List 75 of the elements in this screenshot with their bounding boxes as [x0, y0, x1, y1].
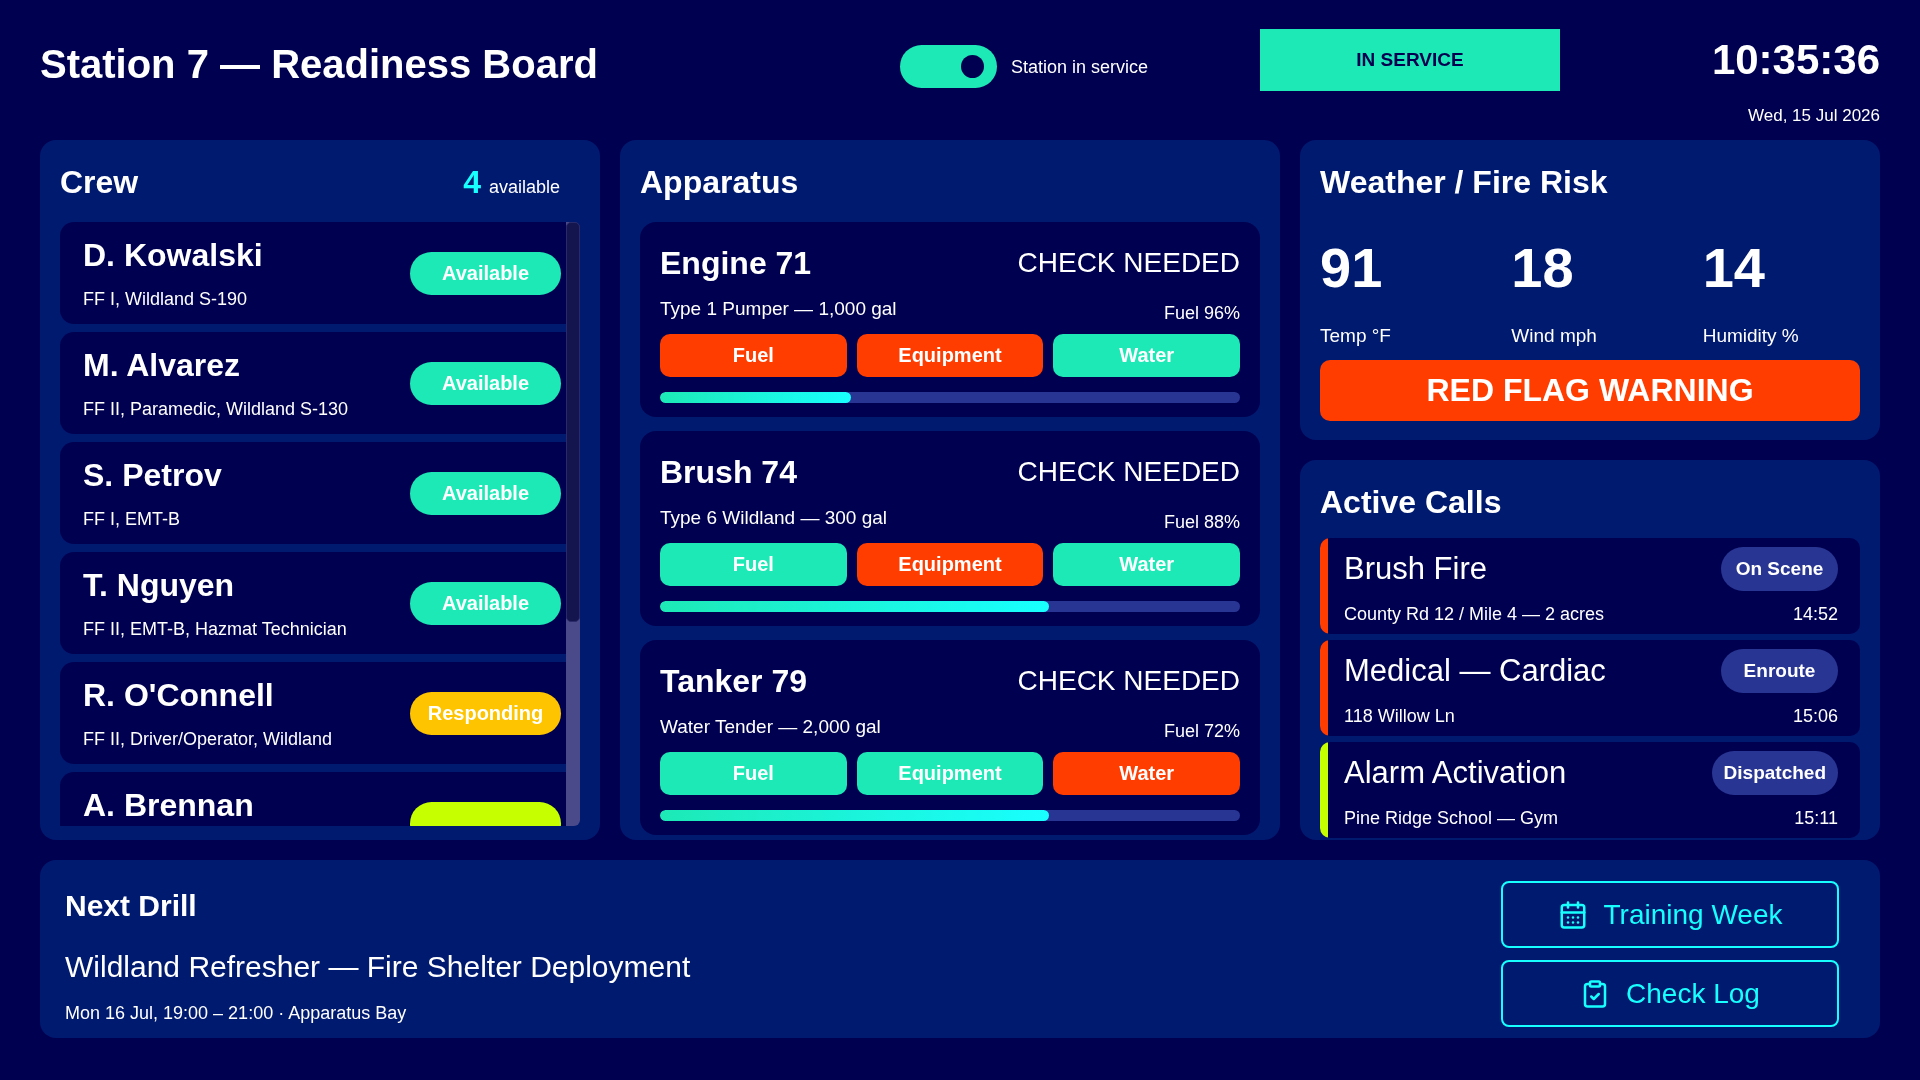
check-chip: Water	[1053, 752, 1240, 795]
check-chip: Fuel	[660, 334, 847, 377]
service-toggle[interactable]	[900, 45, 997, 88]
check-chip: Fuel	[660, 752, 847, 795]
crew-qualifications: FF II, EMT-B, Hazmat Technician	[83, 618, 348, 641]
unit-description: Type 1 Pumper — 1,000 gal	[660, 298, 897, 320]
metric-label: Wind mph	[1511, 324, 1597, 348]
unit-status: CHECK NEEDED	[1017, 246, 1240, 280]
metric-value: 14	[1702, 236, 1765, 300]
available-count: 4	[463, 163, 481, 202]
unit-name: Engine 71	[660, 244, 812, 283]
call-location: County Rd 12 / Mile 4 — 2 acres	[1344, 603, 1605, 626]
check-chip: Water	[1053, 543, 1240, 586]
toggle-label: Station in service	[1011, 55, 1149, 79]
panel-title: Crew	[60, 163, 139, 202]
warning-banner: RED FLAG WARNING	[1320, 360, 1860, 421]
service-status-banner: IN SERVICE	[1260, 29, 1560, 91]
drill-schedule: Mon 16 Jul, 19:00 – 21:00 · Apparatus Bay	[65, 1002, 407, 1025]
scrollbar-thumb[interactable]	[566, 222, 580, 622]
crew-name: D. Kowalski	[83, 236, 264, 275]
unit-name: Tanker 79	[660, 662, 808, 701]
crew-qualifications: FF II, Driver/Operator, Wildland	[83, 728, 334, 751]
check-chip: Equipment	[856, 752, 1044, 795]
unit-name: Brush 74	[660, 453, 797, 492]
metric-value: 18	[1511, 236, 1574, 300]
fuel-reading: Fuel 88%	[1163, 511, 1240, 533]
call-time: 15:06	[1792, 705, 1838, 728]
status-badge: Available	[410, 581, 561, 625]
call-time: 14:52	[1792, 603, 1838, 626]
status-badge: Responding	[410, 691, 561, 735]
clock-date: Wed, 15 Jul 2026	[1748, 106, 1880, 126]
call-title: Alarm Activation	[1344, 754, 1567, 792]
fuel-reading: Fuel 72%	[1163, 720, 1240, 742]
available-label: available	[488, 176, 560, 199]
schedule-button[interactable]: Training Week	[1501, 881, 1839, 948]
check-chip: Fuel	[660, 543, 847, 586]
check-chip: Equipment	[856, 334, 1044, 377]
check-chip: Equipment	[856, 543, 1044, 586]
clock-time: 10:35:36	[1711, 35, 1880, 85]
metric-value: 91	[1320, 236, 1383, 300]
metric-label: Temp °F	[1320, 324, 1391, 348]
page-title: Station 7 — Readiness Board	[40, 41, 598, 88]
check-chip: Water	[1053, 334, 1240, 377]
status-badge: Available	[410, 251, 561, 295]
crew-qualifications: FF I, EMT-B	[83, 508, 181, 531]
call-location: 118 Willow Ln	[1344, 705, 1455, 728]
crew-qualifications: FF II, Paramedic, Wildland S-130	[83, 398, 350, 421]
status-badge: Available	[410, 471, 561, 515]
call-title: Medical — Cardiac	[1344, 652, 1606, 690]
call-location: Pine Ridge School — Gym	[1344, 807, 1559, 830]
fuel-reading: Fuel 96%	[1163, 302, 1240, 324]
panel-title: Apparatus	[640, 163, 799, 202]
crew-name: M. Alvarez	[83, 346, 242, 385]
call-status-badge: Enroute	[1721, 649, 1838, 693]
status-badge: Available	[410, 361, 561, 405]
call-title: Brush Fire	[1344, 550, 1487, 588]
drill-title: Next Drill	[65, 888, 197, 924]
crew-name: T. Nguyen	[83, 566, 236, 605]
crew-name: A. Brennan	[83, 786, 255, 825]
call-status-badge: Dispatched	[1711, 751, 1838, 795]
panel-title: Active Calls	[1320, 483, 1502, 522]
call-status-badge: On Scene	[1721, 547, 1838, 591]
drill-name: Wildland Refresher — Fire Shelter Deployment	[65, 949, 691, 985]
unit-description: Type 6 Wildland — 300 gal	[660, 507, 888, 529]
unit-status: CHECK NEEDED	[1017, 455, 1240, 489]
metric-label: Humidity %	[1702, 324, 1799, 348]
calendar-icon	[1557, 899, 1588, 930]
unit-description: Water Tender — 2,000 gal	[660, 716, 881, 738]
call-time: 15:11	[1794, 807, 1838, 830]
log-button[interactable]: Check Log	[1501, 960, 1839, 1027]
crew-name: R. O'Connell	[83, 676, 275, 715]
panel-title: Weather / Fire Risk	[1320, 163, 1608, 202]
crew-qualifications: FF I, Wildland S-190	[83, 288, 249, 311]
unit-status: CHECK NEEDED	[1017, 664, 1240, 698]
crew-name: S. Petrov	[83, 456, 223, 495]
